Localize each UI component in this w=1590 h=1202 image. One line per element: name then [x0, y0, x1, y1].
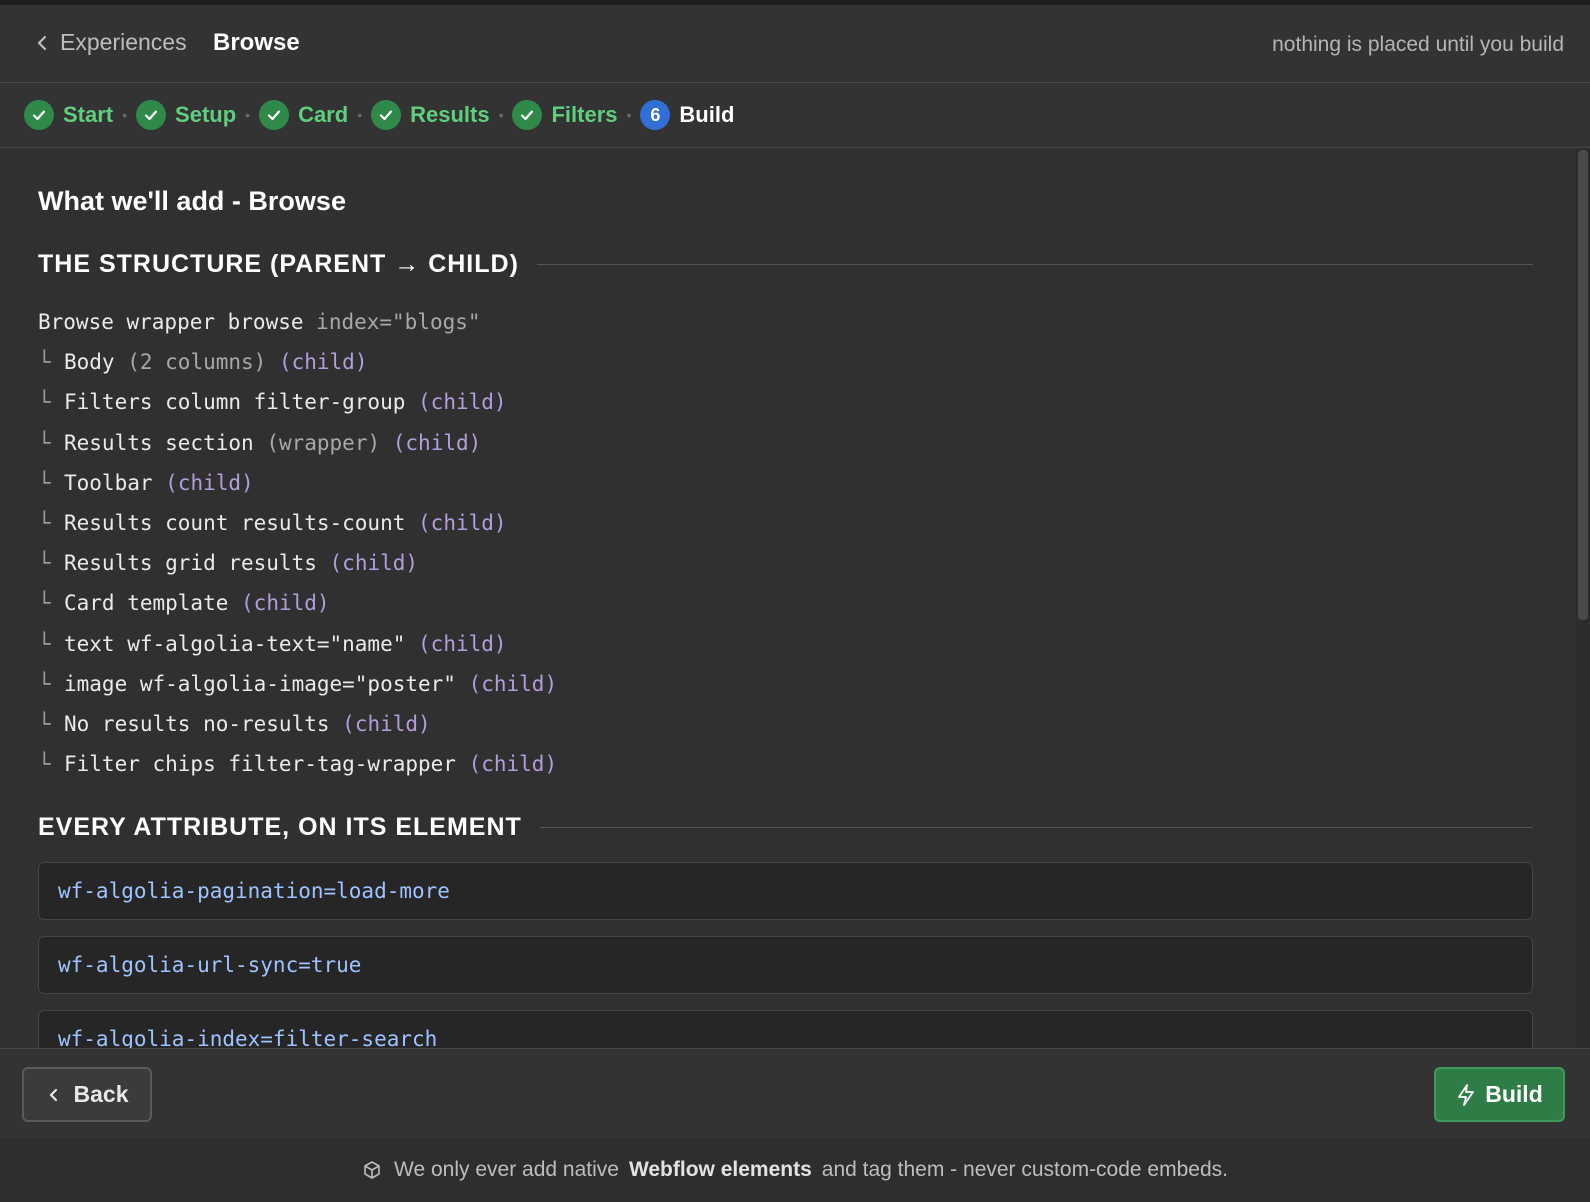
tree-row: └ Filter chips filter-tag-wrapper (child)	[38, 744, 557, 784]
step-separator: •	[122, 107, 128, 123]
check-icon	[512, 100, 543, 130]
branch-glyph: └	[38, 711, 51, 736]
step-label: Start	[63, 102, 114, 127]
attributes-heading-text: EVERY ATTRIBUTE, ON ITS ELEMENT	[38, 813, 522, 841]
step-separator: •	[498, 107, 504, 123]
step-label: Results	[410, 102, 490, 127]
breadcrumb-current: Browse	[213, 29, 300, 56]
step-label: Build	[679, 102, 735, 127]
child-tag: (child)	[329, 551, 419, 576]
build-button[interactable]: Build	[1434, 1067, 1565, 1122]
tree-row: └ No results no-results (child)	[38, 704, 557, 744]
branch-glyph: └	[38, 551, 51, 576]
child-tag: (child)	[468, 671, 558, 696]
tree-row: └ Results count results-count (child)	[38, 503, 557, 543]
branch-glyph: └	[38, 430, 51, 455]
tree-row: └ Results section (wrapper) (child)	[38, 423, 557, 463]
structure-heading-text: THE STRUCTURE (PARENT → CHILD)	[38, 250, 519, 278]
step-label: Filters	[551, 102, 618, 127]
branch-glyph: └	[38, 470, 51, 495]
child-tag: (child)	[418, 510, 507, 535]
step-separator: •	[245, 107, 251, 123]
branch-glyph: └	[38, 752, 51, 777]
step-number-badge: 6	[640, 100, 671, 130]
step-build[interactable]: 6 Build	[640, 100, 734, 130]
child-tag: (child)	[342, 711, 431, 736]
build-button-label: Build	[1485, 1081, 1543, 1107]
tree-row: └ Toolbar (child)	[38, 463, 557, 503]
branch-glyph: └	[38, 591, 51, 616]
action-bar: Back Build	[0, 1048, 1590, 1138]
notice-emphasis: Webflow elements	[628, 1158, 812, 1181]
child-tag: (child)	[165, 470, 254, 495]
tree-row: └ Results grid results (child)	[38, 543, 557, 583]
wizard-steps: Start • Setup • Card • Results • Filters…	[0, 83, 1590, 148]
back-link-label: Experiences	[60, 29, 187, 55]
child-tag: (child)	[241, 591, 330, 616]
tree-row: └ text wf-algolia-text="name" (child)	[38, 624, 557, 664]
check-icon	[371, 100, 402, 130]
header-note: nothing is placed until you build	[1272, 33, 1564, 56]
step-separator: •	[626, 107, 632, 123]
step-separator: •	[357, 107, 363, 123]
heading-divider	[539, 827, 1533, 828]
child-tag: (child)	[418, 390, 507, 415]
footer-notice: We only ever add native Webflow elements…	[0, 1138, 1590, 1202]
step-setup[interactable]: Setup	[136, 100, 236, 130]
attribute-item: wf-algolia-url-sync=true	[38, 936, 1533, 994]
back-button-label: Back	[73, 1081, 129, 1107]
structure-heading: THE STRUCTURE (PARENT → CHILD)	[38, 250, 1533, 279]
child-tag: (child)	[278, 350, 368, 375]
branch-glyph: └	[38, 350, 51, 375]
step-filters[interactable]: Filters	[512, 100, 618, 130]
chevron-left-icon	[37, 35, 47, 50]
branch-glyph: └	[38, 390, 51, 415]
step-start[interactable]: Start	[24, 100, 113, 130]
tree-row: └ Body (2 columns) (child)	[38, 342, 557, 382]
child-tag: (child)	[418, 631, 507, 656]
notice-text-before: We only ever add native	[394, 1158, 619, 1181]
step-label: Setup	[175, 102, 237, 127]
check-icon	[259, 100, 290, 130]
chevron-left-icon	[49, 1088, 57, 1101]
attributes-heading: EVERY ATTRIBUTE, ON ITS ELEMENT	[38, 813, 1533, 842]
tree-row: └ Card template (child)	[38, 583, 557, 623]
branch-glyph: └	[38, 631, 51, 656]
tree-root: Browse wrapper browse index="blogs"	[38, 310, 481, 334]
lightning-icon	[1458, 1083, 1475, 1106]
structure-tree: Browse wrapper browse index="blogs" └ Bod…	[38, 302, 557, 784]
check-icon	[24, 100, 54, 130]
child-tag: (child)	[392, 430, 482, 455]
step-card[interactable]: Card	[259, 100, 348, 130]
attribute-item: wf-algolia-index=filter-search	[38, 1010, 1533, 1048]
tree-row: └ image wf-algolia-image="poster" (child)	[38, 664, 557, 704]
tree-root-attr: index="blogs"	[316, 310, 481, 334]
build-summary-panel: What we'll add - Browse THE STRUCTURE (P…	[0, 148, 1576, 1048]
child-tag: (child)	[468, 752, 558, 777]
branch-glyph: └	[38, 510, 51, 535]
notice-text-after: and tag them - never custom-code embeds.	[821, 1158, 1228, 1181]
cube-icon	[364, 1161, 380, 1179]
header-bar: Experiences Browse nothing is placed unt…	[0, 5, 1590, 83]
back-to-experiences-link[interactable]: Experiences	[34, 29, 187, 56]
page-title: What we'll add - Browse	[38, 186, 346, 216]
step-results[interactable]: Results	[371, 100, 490, 130]
scrollbar-thumb[interactable]	[1578, 150, 1588, 620]
back-button[interactable]: Back	[22, 1067, 152, 1122]
branch-glyph: └	[38, 671, 51, 696]
step-label: Card	[298, 102, 349, 127]
heading-divider	[536, 264, 1533, 265]
attribute-item: wf-algolia-pagination=load-more	[38, 862, 1533, 920]
tree-row: └ Filters column filter-group (child)	[38, 382, 557, 422]
check-icon	[136, 100, 167, 130]
